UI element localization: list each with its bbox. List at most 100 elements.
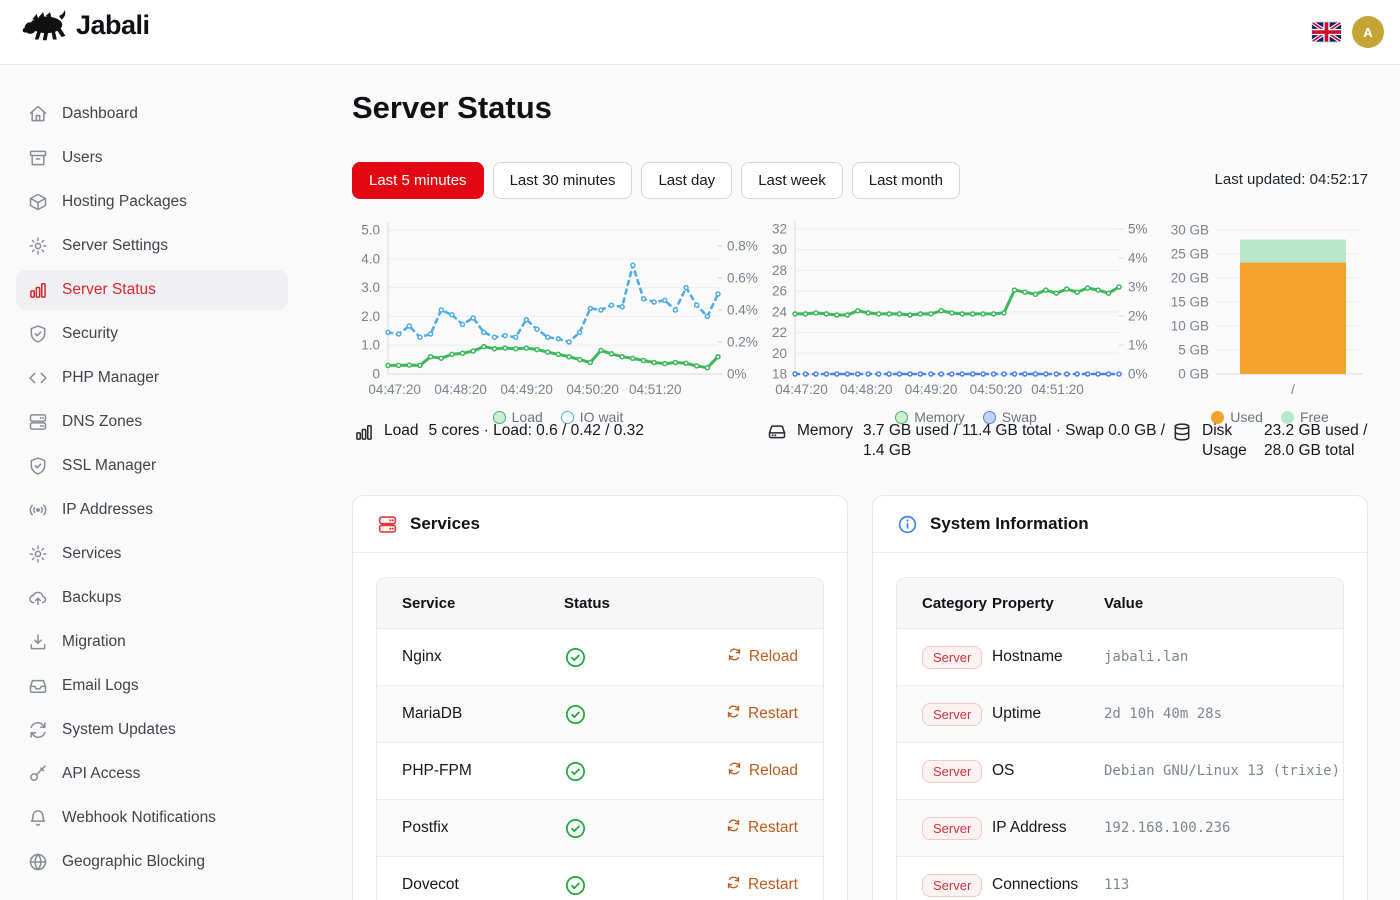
service-name: PHP-FPM [377,762,564,780]
value-cell: Debian GNU/Linux 13 (trixie) [1104,763,1343,779]
service-reload-button[interactable]: Reload [727,647,823,667]
time-range-last-5-minutes[interactable]: Last 5 minutes [352,162,484,199]
sidebar-item-dns-zones[interactable]: DNS Zones [16,402,288,442]
brand-logo[interactable]: Jabali [22,9,150,42]
category-badge: Server [922,703,982,726]
globe-icon [28,852,48,872]
sidebar-item-email-logs[interactable]: Email Logs [16,666,288,706]
sidebar-item-label: Hosting Packages [62,193,187,211]
time-range-last-day[interactable]: Last day [641,162,732,199]
sidebar-item-label: Dashboard [62,105,138,123]
sidebar-item-label: SSL Manager [62,457,156,475]
category-badge: Server [922,760,982,783]
svg-text:4%: 4% [1128,251,1148,266]
sidebar-item-webhook-notifications[interactable]: Webhook Notifications [16,798,288,838]
stat-load: Load5 cores · Load: 0.6 / 0.42 / 0.32 [354,421,644,442]
key-icon [28,764,48,784]
system-row-uptime: ServerUptime2d 10h 40m 28s [897,685,1343,742]
sidebar-item-security[interactable]: Security [16,314,288,354]
column-service: Service [377,595,564,612]
svg-text:5.0: 5.0 [361,223,380,238]
svg-text:0 GB: 0 GB [1178,367,1209,382]
svg-text:0%: 0% [1128,367,1148,382]
sidebar-item-services[interactable]: Services [16,534,288,574]
system-row-ip-address: ServerIP Address192.168.100.236 [897,799,1343,856]
system-info-card-title: System Information [930,514,1089,534]
time-range-last-month[interactable]: Last month [852,162,960,199]
sidebar-item-label: Migration [62,633,126,651]
service-restart-button[interactable]: Restart [726,818,823,838]
sidebar-item-backups[interactable]: Backups [16,578,288,618]
inbox-icon [28,676,48,696]
service-status-ok-icon [564,874,624,897]
service-status-ok-icon [564,703,624,726]
sidebar-item-api-access[interactable]: API Access [16,754,288,794]
time-range-last-30-minutes[interactable]: Last 30 minutes [493,162,633,199]
service-action-label: Restart [748,705,798,723]
svg-text:3%: 3% [1128,280,1148,295]
service-name: Dovecot [377,876,564,894]
category-cell: Server [897,760,992,783]
package-icon [28,192,48,212]
service-status-ok-icon [564,760,624,783]
gear-icon [28,544,48,564]
value-cell: 2d 10h 40m 28s [1104,706,1343,722]
svg-text:24: 24 [772,304,788,319]
svg-text:0.8%: 0.8% [727,239,758,254]
time-range-last-week[interactable]: Last week [741,162,843,199]
sidebar-item-server-settings[interactable]: Server Settings [16,226,288,266]
property-cell: OS [992,762,1104,780]
services-table: ServiceStatus NginxReloadMariaDBRestartP… [376,577,824,900]
memory-chart: 32302826242220185%4%3%2%1%0%04:47:2004:4… [765,215,1167,425]
service-restart-button[interactable]: Restart [726,704,823,724]
service-status-ok-icon [564,817,624,840]
sidebar-item-dashboard[interactable]: Dashboard [16,94,288,134]
service-status-ok-icon [564,646,624,669]
service-restart-button[interactable]: Restart [726,875,823,895]
main-content: Server Status Last 5 minutesLast 30 minu… [352,64,1368,900]
service-action-label: Restart [748,876,798,894]
sidebar-item-users[interactable]: Users [16,138,288,178]
services-card: Services ServiceStatus NginxReloadMariaD… [352,495,848,900]
shield-check-icon [28,456,48,476]
service-row-postfix: PostfixRestart [377,799,823,856]
load-chart: 5.04.03.02.01.000.8%0.6%0.4%0.2%0%04:47:… [352,215,764,425]
user-avatar[interactable]: A [1352,16,1384,48]
refresh-icon [28,720,48,740]
sidebar-item-ip-addresses[interactable]: IP Addresses [16,490,288,530]
sidebar-item-label: Users [62,149,102,167]
svg-text:28: 28 [772,263,787,278]
property-cell: Hostname [992,648,1104,666]
svg-text:04:47:20: 04:47:20 [775,382,828,397]
service-name: Nginx [377,648,564,666]
sidebar-item-label: Webhook Notifications [62,809,216,827]
code-icon [28,368,48,388]
sidebar-item-label: Email Logs [62,677,139,695]
svg-text:26: 26 [772,284,787,299]
sidebar-item-label: System Updates [62,721,176,739]
disk-bar-free [1240,240,1346,263]
uk-flag-icon[interactable] [1312,22,1341,42]
sidebar-item-geographic-blocking[interactable]: Geographic Blocking [16,842,288,882]
cloud-upload-icon [28,588,48,608]
service-row-php-fpm: PHP-FPM Reload [377,742,823,799]
svg-text:0%: 0% [727,367,747,382]
column-property: Property [992,595,1104,612]
service-reload-button[interactable]: Reload [727,761,823,781]
svg-text:0.4%: 0.4% [727,303,758,318]
sidebar-item-hosting-packages[interactable]: Hosting Packages [16,182,288,222]
service-action-label: Reload [749,648,798,666]
info-icon [897,514,918,535]
sidebar-item-server-status[interactable]: Server Status [16,270,288,310]
sidebar-item-migration[interactable]: Migration [16,622,288,662]
sidebar-item-ssl-manager[interactable]: SSL Manager [16,446,288,486]
sidebar-item-php-manager[interactable]: PHP Manager [16,358,288,398]
stat-value: 23.2 GB used / 28.0 GB total [1264,421,1368,461]
value-cell: jabali.lan [1104,649,1343,665]
sidebar-item-system-updates[interactable]: System Updates [16,710,288,750]
refresh-icon [727,647,742,667]
svg-text:04:47:20: 04:47:20 [368,382,421,397]
sidebar-item-label: Backups [62,589,121,607]
svg-text:2%: 2% [1128,309,1148,324]
property-cell: IP Address [992,819,1104,837]
